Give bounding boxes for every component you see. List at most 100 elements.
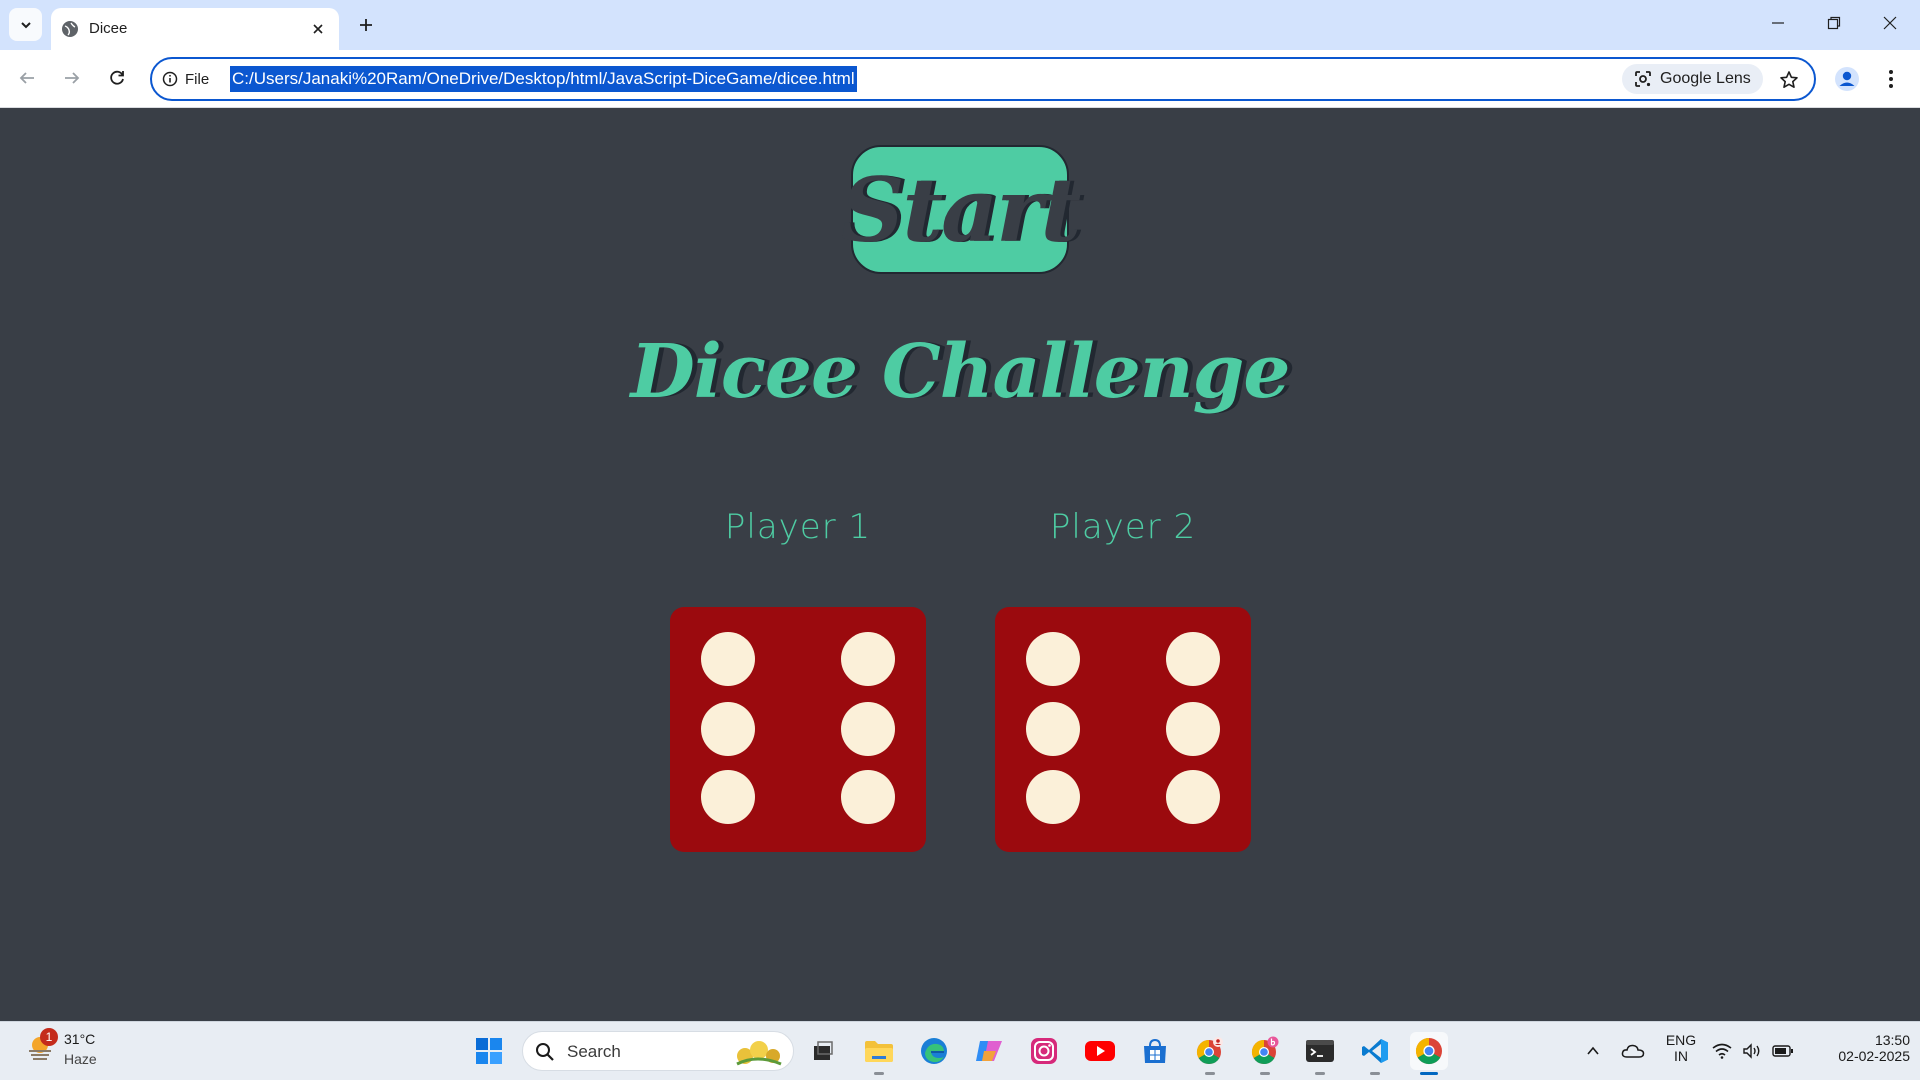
- language-line-2: IN: [1674, 1048, 1688, 1064]
- die-pip: [1166, 702, 1220, 756]
- reload-icon: [110, 70, 124, 85]
- windows-logo-icon: [476, 1038, 502, 1064]
- site-chip-label: File: [185, 70, 210, 88]
- close-icon: [1883, 16, 1897, 30]
- store-icon: [1144, 1038, 1166, 1063]
- chevron-down-icon: [20, 21, 31, 28]
- close-tab-icon[interactable]: [307, 18, 329, 40]
- die-pip: [841, 770, 895, 824]
- task-view-icon: [814, 1041, 833, 1060]
- google-lens-button[interactable]: Google Lens: [1622, 64, 1763, 94]
- minimize-icon: [1772, 22, 1784, 24]
- die-pip: [1166, 632, 1220, 686]
- arrow-right-icon: [65, 72, 80, 84]
- instagram-button[interactable]: [1025, 1032, 1063, 1070]
- start-menu-button[interactable]: [470, 1032, 508, 1070]
- die-pip: [1026, 632, 1080, 686]
- copilot-icon: [976, 1041, 1002, 1061]
- new-tab-button[interactable]: [352, 11, 380, 39]
- wifi-icon: [1712, 1043, 1732, 1059]
- instagram-icon: [1031, 1038, 1057, 1064]
- die-pip: [701, 702, 755, 756]
- player-2-die: [995, 607, 1251, 852]
- volume-icon: [1743, 1043, 1760, 1059]
- page-content: Start Dicee Challenge Player 1 Player 2: [0, 109, 1920, 1021]
- battery-icon: [1772, 1045, 1793, 1057]
- restore-icon: [1827, 16, 1841, 30]
- terminal-button[interactable]: [1301, 1032, 1339, 1075]
- google-lens-label: Google Lens: [1660, 70, 1751, 87]
- forward-button[interactable]: [55, 61, 89, 95]
- weather-alert-badge: 1: [40, 1028, 58, 1046]
- chrome-profile-button[interactable]: [1191, 1032, 1229, 1075]
- copilot-button[interactable]: [970, 1032, 1008, 1070]
- reload-button[interactable]: [100, 61, 134, 95]
- quick-settings-button[interactable]: [1708, 1032, 1798, 1070]
- language-indicator[interactable]: ENG IN: [1654, 1032, 1708, 1064]
- tab-title: Dicee: [89, 20, 128, 37]
- windows-taskbar: 1 31°C Haze Search ENG IN 13:50 02-02-20…: [0, 1021, 1920, 1080]
- folder-icon: [865, 1041, 893, 1062]
- start-button[interactable]: Start: [841, 145, 1081, 274]
- player-1-die: [670, 607, 926, 852]
- die-pip: [701, 770, 755, 824]
- weather-temperature: 31°C: [64, 1031, 96, 1047]
- youtube-button[interactable]: [1081, 1032, 1119, 1070]
- clock[interactable]: 13:50 02-02-2025: [1806, 1032, 1910, 1064]
- tab-search-button[interactable]: [9, 8, 42, 41]
- profile-icon[interactable]: [1830, 62, 1864, 96]
- weather-condition: Haze: [64, 1051, 97, 1067]
- site-info-chip[interactable]: File: [162, 68, 209, 90]
- terminal-icon: [1306, 1040, 1334, 1062]
- youtube-icon: [1085, 1041, 1115, 1061]
- die-pip: [1166, 770, 1220, 824]
- taskbar-search-input[interactable]: Search: [522, 1031, 794, 1071]
- search-placeholder: Search: [567, 1042, 621, 1061]
- die-pip: [1026, 702, 1080, 756]
- chrome-icon: [1415, 1037, 1442, 1065]
- die-pip: [841, 632, 895, 686]
- arrow-left-icon: [19, 72, 34, 84]
- lens-icon: [1635, 71, 1651, 87]
- chrome-profile-b-button[interactable]: [1246, 1032, 1284, 1075]
- globe-icon: [62, 21, 78, 37]
- more-menu-icon[interactable]: [1874, 62, 1908, 96]
- file-explorer-button[interactable]: [860, 1032, 898, 1075]
- cloud-icon: [1621, 1044, 1645, 1058]
- page-title: Dicee Challenge: [630, 329, 1291, 415]
- edge-icon: [921, 1038, 947, 1064]
- chrome-button[interactable]: [1410, 1032, 1448, 1075]
- close-window-button[interactable]: [1862, 0, 1918, 46]
- browser-toolbar: File C:/Users/Janaki%20Ram/OneDrive/Desk…: [0, 50, 1920, 108]
- clock-date: 02-02-2025: [1838, 1048, 1910, 1064]
- edge-button[interactable]: [915, 1032, 953, 1070]
- plus-icon: [360, 19, 372, 31]
- chrome-profile-icon: [1196, 1037, 1223, 1065]
- language-line-1: ENG: [1665, 1032, 1697, 1048]
- onedrive-button[interactable]: [1614, 1032, 1652, 1070]
- tab-strip: Dicee: [0, 0, 1920, 50]
- chrome-profile-b-icon: [1251, 1036, 1279, 1065]
- clock-time: 13:50: [1874, 1032, 1910, 1048]
- tab-dicee[interactable]: Dicee: [51, 8, 339, 50]
- bookmark-star-icon[interactable]: [1774, 65, 1804, 95]
- player-2-label: Player 2: [1049, 507, 1197, 547]
- die-pip: [841, 702, 895, 756]
- address-bar[interactable]: File C:/Users/Janaki%20Ram/OneDrive/Desk…: [150, 57, 1816, 101]
- task-view-button[interactable]: [804, 1032, 842, 1070]
- search-icon: [536, 1043, 554, 1061]
- show-hidden-icons-button[interactable]: [1574, 1032, 1612, 1070]
- store-button[interactable]: [1136, 1032, 1174, 1070]
- back-button[interactable]: [10, 61, 44, 95]
- die-pip: [1026, 770, 1080, 824]
- vscode-icon: [1362, 1039, 1388, 1063]
- minimize-button[interactable]: [1750, 0, 1806, 46]
- info-icon: [162, 71, 178, 87]
- die-pip: [701, 632, 755, 686]
- chevron-up-icon: [1587, 1046, 1599, 1055]
- url-text[interactable]: C:/Users/Janaki%20Ram/OneDrive/Desktop/h…: [230, 66, 857, 92]
- player-1-label: Player 1: [724, 507, 872, 547]
- vscode-button[interactable]: [1356, 1032, 1394, 1075]
- restore-button[interactable]: [1806, 0, 1862, 46]
- search-highlight-icon: [736, 1041, 782, 1066]
